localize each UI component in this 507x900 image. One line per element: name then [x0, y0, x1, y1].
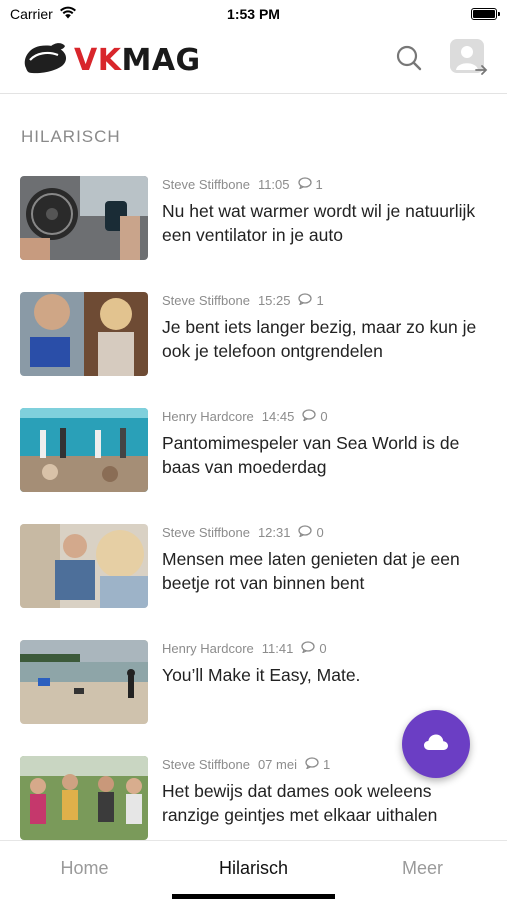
status-left: Carrier — [10, 6, 77, 22]
article-title: Pantomimespeler van Sea World is de baas… — [162, 433, 460, 477]
tab-meer[interactable]: Meer — [338, 841, 507, 900]
article-author: Steve Stiffbone — [162, 176, 250, 192]
search-button[interactable] — [395, 44, 423, 77]
article-comments: 0 — [298, 524, 324, 540]
article-body: Steve Stiffbone 12:31 0 Mensen mee laten… — [162, 524, 490, 610]
comment-count: 1 — [315, 176, 323, 192]
article-thumbnail — [20, 408, 148, 492]
comment-count: 1 — [322, 756, 331, 772]
article-comments: 1 — [298, 292, 324, 308]
logo-mag: MAG — [121, 43, 201, 78]
comment-icon — [301, 640, 315, 656]
tab-hilarisch[interactable]: Hilarisch — [169, 841, 338, 900]
article-comments: 1 — [305, 757, 330, 772]
user-login-icon — [449, 38, 489, 83]
status-bar: Carrier 1:53 PM — [0, 0, 507, 28]
article-title: You’ll Make it Easy, Mate. — [162, 665, 361, 685]
search-icon — [395, 44, 423, 77]
battery-icon — [471, 8, 500, 20]
article-time: 15:25 — [257, 292, 291, 308]
article-time: 12:31 — [257, 524, 291, 540]
article-author: Steve Stiffbone — [162, 524, 250, 540]
wifi-icon — [59, 6, 77, 22]
article-author: Henry Hardcore — [162, 640, 254, 656]
article-comments: 0 — [302, 408, 328, 424]
comment-icon — [302, 408, 316, 424]
cap-logo-icon — [20, 38, 68, 83]
article-meta: Steve Stiffbone 12:31 0 — [162, 524, 490, 540]
article-meta: Henry Hardcore 14:45 0 — [162, 408, 490, 424]
comment-icon — [305, 756, 319, 772]
article-title: Je bent iets langer bezig, maar zo kun j… — [162, 317, 477, 361]
comment-icon — [298, 524, 313, 540]
article-meta: Steve Stiffbone 11:05 1 — [162, 176, 490, 192]
comment-icon — [297, 176, 312, 192]
article-comments: 0 — [301, 640, 327, 656]
article-author: Steve Stiffbone — [162, 756, 250, 772]
article-thumbnail — [20, 292, 148, 376]
comment-count: 1 — [316, 292, 324, 308]
comment-icon — [298, 292, 313, 308]
article-thumbnail — [20, 640, 148, 724]
header-actions — [395, 38, 489, 83]
article-meta: Henry Hardcore 11:41 0 — [162, 640, 490, 656]
article-author: Steve Stiffbone — [162, 292, 250, 308]
article-thumbnail — [20, 176, 148, 260]
article-time: 11:41 — [261, 640, 294, 656]
comment-count: 0 — [319, 640, 327, 656]
bottom-tab-bar: Home Hilarisch Meer — [0, 840, 507, 900]
article-comments: 1 — [297, 176, 323, 192]
article-title: Mensen mee laten genieten dat je een bee… — [162, 549, 460, 593]
article-author: Henry Hardcore — [162, 408, 254, 424]
comment-count: 0 — [320, 408, 328, 424]
article-meta: Steve Stiffbone 15:25 1 — [162, 292, 490, 308]
logo-vk: VK — [74, 43, 122, 78]
article-title: Het bewijs dat dames ook weleens ranzige… — [162, 781, 438, 825]
article-body: Henry Hardcore 14:45 0 Pantomimespeler v… — [162, 408, 490, 494]
section-title: HILARISCH — [21, 127, 121, 146]
logo-text: VKMAG — [74, 43, 201, 78]
article-thumbnail — [20, 524, 148, 608]
article-body: Steve Stiffbone 15:25 1 Je bent iets lan… — [162, 292, 490, 378]
article-body: Steve Stiffbone 11:05 1 Nu het wat warme… — [162, 176, 490, 262]
article-item[interactable]: Henry Hardcore 14:45 0 Pantomimespeler v… — [20, 408, 490, 494]
article-item[interactable]: Steve Stiffbone 12:31 0 Mensen mee laten… — [20, 524, 490, 610]
article-thumbnail — [20, 756, 148, 840]
vkmag-logo[interactable]: VKMAG — [20, 38, 201, 83]
profile-login-button[interactable] — [449, 38, 489, 83]
article-item[interactable]: Steve Stiffbone 15:25 1 Je bent iets lan… — [20, 292, 490, 378]
cloud-fab-button[interactable] — [402, 710, 470, 778]
article-time: 07 mei — [257, 756, 297, 772]
article-time: 11:05 — [257, 176, 290, 192]
article-time: 14:45 — [261, 408, 295, 424]
article-item[interactable]: Steve Stiffbone 11:05 1 Nu het wat warme… — [20, 176, 490, 262]
article-title: Nu het wat warmer wordt wil je natuurlij… — [162, 201, 476, 245]
comment-count: 0 — [316, 524, 324, 540]
carrier-label: Carrier — [10, 6, 53, 22]
app-header: VKMAG — [0, 28, 507, 94]
tab-home[interactable]: Home — [0, 841, 169, 900]
cloud-icon — [423, 733, 449, 756]
